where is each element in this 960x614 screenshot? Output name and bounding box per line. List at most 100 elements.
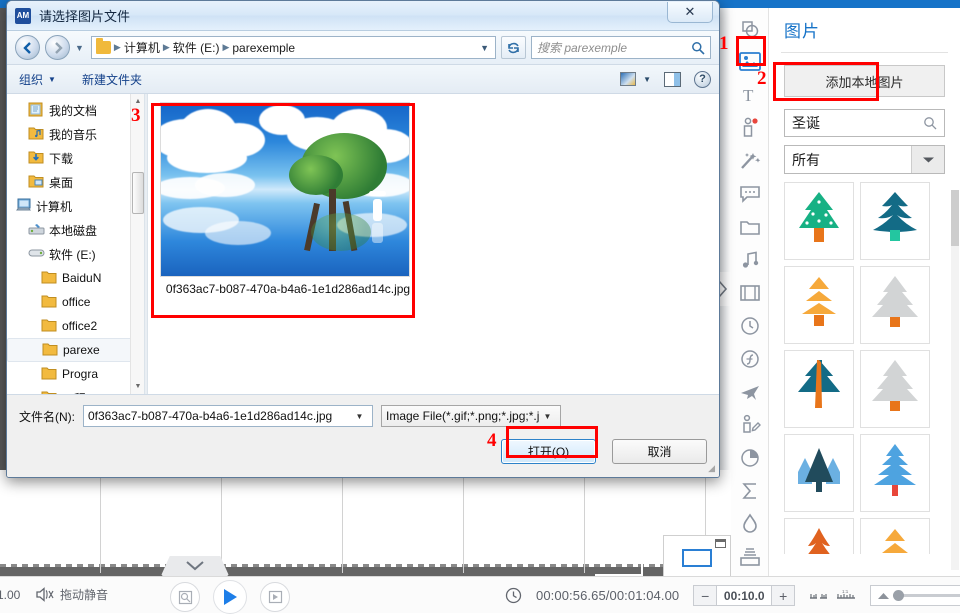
tree-item-6[interactable]: 软件 (E:) xyxy=(7,242,144,266)
tree-item-9[interactable]: office2 xyxy=(7,314,144,338)
tree-dotted-green[interactable] xyxy=(784,182,854,260)
organize-menu[interactable]: 组织 ▼ xyxy=(19,71,56,88)
cloud-tree-reflection-image[interactable] xyxy=(160,102,410,277)
chevron-down-icon[interactable] xyxy=(911,146,944,173)
shapes-icon[interactable] xyxy=(731,12,769,45)
filetype-select[interactable]: Image File(*.gif;*.png;*.jpg;*.j ▼ xyxy=(381,405,561,427)
mute-toggle[interactable]: 拖动静音 xyxy=(36,586,108,603)
tree-stacked-amber[interactable] xyxy=(860,518,930,554)
callout-icon[interactable] xyxy=(731,177,769,210)
tree-item-4[interactable]: 计算机 xyxy=(7,194,144,218)
scrollbar-thumb[interactable] xyxy=(951,190,959,246)
pie-chart-icon[interactable] xyxy=(731,441,769,474)
view-mode-icon[interactable] xyxy=(620,72,637,86)
breadcrumb-item-1[interactable]: 软件 (E:) xyxy=(173,39,220,56)
video-icon[interactable] xyxy=(731,276,769,309)
search-icon[interactable] xyxy=(923,116,937,130)
clock-icon[interactable] xyxy=(731,309,769,342)
timeline-ruler-icon[interactable]: 1:1 xyxy=(836,588,856,603)
sigma-icon[interactable] xyxy=(731,474,769,507)
mini-preview-box[interactable] xyxy=(663,535,731,580)
panel-icon-rail[interactable]: T xyxy=(731,8,769,597)
history-chevron-down-icon[interactable]: ▼ xyxy=(75,43,84,53)
duration-stepper[interactable]: − 00:10.0 + xyxy=(693,585,796,606)
tree-stacked-orange[interactable] xyxy=(784,266,854,344)
chevron-down-icon[interactable]: ▼ xyxy=(351,406,368,426)
scrollbar-thumb[interactable] xyxy=(132,172,144,214)
file-thumbnail-item[interactable]: 0f363ac7-b087-470a-b4a6-1e1d286ad14c.jpg xyxy=(160,102,416,296)
tree-item-12[interactable]: 工程 xyxy=(7,386,144,394)
chevron-down-icon[interactable]: ▼ xyxy=(539,406,556,426)
breadcrumb[interactable]: ▶ 计算机 ▶ 软件 (E:) ▶ parexemple ▼ xyxy=(90,36,496,59)
folder-icon[interactable] xyxy=(731,210,769,243)
breadcrumb-item-0[interactable]: 计算机 xyxy=(124,39,160,56)
tree-item-1[interactable]: 我的音乐 xyxy=(7,122,144,146)
timeline-playhead[interactable] xyxy=(641,484,643,576)
search-input[interactable]: 搜索 parexemple xyxy=(531,36,711,59)
open-button[interactable]: 打开(O) xyxy=(501,439,596,464)
tree-item-0[interactable]: 我的文档 xyxy=(7,98,144,122)
tree-item-5[interactable]: 本地磁盘 xyxy=(7,218,144,242)
asset-grid-scrollbar[interactable] xyxy=(951,190,959,570)
play-icon[interactable] xyxy=(213,580,247,614)
timeline-collapse-tab[interactable] xyxy=(160,556,230,578)
preview-pane-icon[interactable] xyxy=(664,71,681,87)
tree-item-8[interactable]: office xyxy=(7,290,144,314)
slider-knob[interactable] xyxy=(893,590,905,601)
search-icon[interactable] xyxy=(691,41,705,55)
close-icon[interactable]: ✕ xyxy=(667,2,713,23)
tree-solid-grey[interactable] xyxy=(860,266,930,344)
restore-window-icon[interactable] xyxy=(715,539,726,548)
person-edit-icon[interactable] xyxy=(731,408,769,441)
breadcrumb-item-2[interactable]: parexemple xyxy=(232,41,295,55)
tree-layered-blue[interactable] xyxy=(860,434,930,512)
help-badge[interactable]: ?:? xyxy=(658,473,700,515)
music-icon[interactable] xyxy=(731,243,769,276)
folder-tree-scrollbar[interactable]: ▲ ▼ xyxy=(130,94,144,394)
frame-step-icon[interactable] xyxy=(260,582,290,612)
timeline-track-upper[interactable] xyxy=(0,470,731,567)
timeline-zoom-slider[interactable] xyxy=(870,585,960,606)
back-arrow-icon[interactable] xyxy=(15,35,40,60)
scroll-down-arrow-icon[interactable]: ▼ xyxy=(131,379,144,394)
tree-layered-teal[interactable] xyxy=(860,182,930,260)
folder-tree-list[interactable]: 我的文档 我的音乐 下载 桌面 计算机 本地磁盘 软件 (E:) BaiduN office of… xyxy=(7,98,144,394)
add-local-image-button[interactable]: 添加本地图片 xyxy=(784,65,945,97)
asset-category-select[interactable]: 所有 xyxy=(784,145,945,174)
help-icon[interactable]: ? xyxy=(694,70,711,88)
tree-jagged-grey[interactable] xyxy=(860,350,930,428)
resize-grip-icon[interactable]: ◢ xyxy=(708,463,715,474)
airplane-icon[interactable] xyxy=(731,375,769,408)
refresh-icon[interactable] xyxy=(501,36,526,59)
character-icon[interactable] xyxy=(731,111,769,144)
stepper-value[interactable]: 00:10.0 xyxy=(717,589,771,603)
breadcrumb-dropdown-icon[interactable]: ▼ xyxy=(480,43,491,53)
timeline-marks-icon[interactable] xyxy=(809,588,828,603)
tree-group-blue[interactable] xyxy=(784,434,854,512)
tree-split-teal[interactable] xyxy=(784,350,854,428)
timeline-area[interactable] xyxy=(0,470,731,607)
stepper-plus-button[interactable]: + xyxy=(771,586,795,605)
folder-tree-pane[interactable]: 我的文档 我的音乐 下载 桌面 计算机 本地磁盘 软件 (E:) BaiduN office of… xyxy=(7,94,144,394)
asset-search-input[interactable]: 圣诞 xyxy=(784,109,945,137)
asset-grid[interactable] xyxy=(784,182,936,554)
tree-item-2[interactable]: 下载 xyxy=(7,146,144,170)
archive-icon[interactable] xyxy=(731,540,769,573)
tree-flame-orange[interactable] xyxy=(784,518,854,554)
zoom-out-icon[interactable] xyxy=(877,591,890,600)
tree-item-11[interactable]: Progra xyxy=(7,362,144,386)
snapshot-icon[interactable] xyxy=(170,582,200,612)
chevron-down-icon[interactable]: ▼ xyxy=(643,75,651,84)
tree-item-7[interactable]: BaiduN xyxy=(7,266,144,290)
cancel-button[interactable]: 取消 xyxy=(612,439,707,464)
filename-input[interactable]: 0f363ac7-b087-470a-b4a6-1e1d286ad14c.jpg… xyxy=(83,405,373,427)
function-icon[interactable] xyxy=(731,342,769,375)
tree-item-3[interactable]: 桌面 xyxy=(7,170,144,194)
tree-item-10[interactable]: parexe xyxy=(7,338,144,362)
file-list-pane[interactable]: 0f363ac7-b087-470a-b4a6-1e1d286ad14c.jpg xyxy=(148,94,719,394)
new-folder-button[interactable]: 新建文件夹 xyxy=(82,71,142,88)
stepper-minus-button[interactable]: − xyxy=(694,586,718,605)
water-drop-icon[interactable] xyxy=(731,507,769,540)
forward-arrow-icon[interactable] xyxy=(45,35,70,60)
effects-icon[interactable] xyxy=(731,144,769,177)
